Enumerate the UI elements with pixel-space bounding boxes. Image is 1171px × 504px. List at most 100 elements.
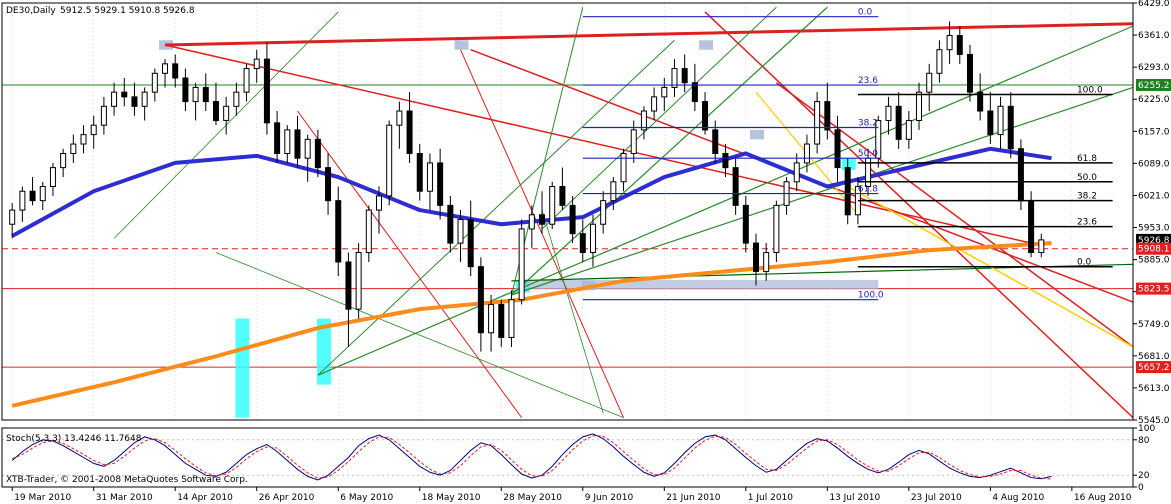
- candle-body: [29, 190, 36, 202]
- candle-body: [630, 129, 637, 154]
- y-tick-label: 5953.0: [1138, 224, 1170, 234]
- candle-body: [406, 110, 413, 154]
- candle-body: [192, 86, 199, 103]
- candle-body: [600, 200, 607, 225]
- y-tick-label: 5885.0: [1138, 256, 1170, 266]
- y-tick-label: 5545.0: [1138, 416, 1170, 426]
- candle-body: [661, 86, 668, 98]
- candle-body: [90, 124, 97, 136]
- candle-body: [376, 195, 382, 211]
- candle-body: [447, 204, 454, 244]
- candle-body: [681, 68, 688, 84]
- candle-body: [304, 138, 311, 159]
- candle-body: [162, 63, 169, 74]
- candle-body: [905, 119, 912, 140]
- fib-black-label: 0.0: [1077, 258, 1092, 268]
- candle-body: [1017, 148, 1024, 202]
- candle-body: [936, 49, 943, 74]
- ohlc-values: 5912.5 5929.1 5910.8 5926.8: [60, 6, 195, 16]
- stoch-y-tick-label: 20: [1138, 471, 1150, 481]
- candle-body: [885, 105, 892, 121]
- x-tick-label: 19 Mar 2010: [14, 493, 71, 503]
- x-tick-label: 31 Mar 2010: [96, 493, 153, 503]
- stoch-label: Stoch(5,3,3) 13.4246 11.7648: [6, 434, 142, 444]
- fib-black-label: 38.2: [1077, 192, 1097, 202]
- candle-body: [131, 96, 138, 107]
- candle-body: [111, 91, 118, 107]
- candle-body: [997, 105, 1004, 136]
- candle-body: [223, 105, 230, 121]
- highlight-zone: [235, 318, 250, 418]
- candle-body: [722, 152, 729, 169]
- candle-body: [793, 162, 800, 183]
- x-tick-label: 4 Aug 2010: [992, 493, 1044, 503]
- fib-black-label: 61.8: [1077, 154, 1097, 164]
- x-tick-label: 9 Jun 2010: [585, 493, 634, 503]
- highlight-zone: [699, 40, 714, 50]
- watermark: XTB-Trader, © 2001-2008 MetaQuotes Softw…: [6, 475, 248, 485]
- candle-body: [182, 77, 189, 103]
- candle-body: [437, 162, 444, 206]
- candle-body: [457, 219, 464, 244]
- candle-body: [824, 101, 831, 131]
- candle-body: [926, 72, 933, 93]
- candle-body: [773, 204, 780, 254]
- candle-body: [335, 200, 342, 263]
- x-tick-label: 21 Jun 2010: [666, 493, 720, 503]
- candle-body: [426, 162, 433, 192]
- x-tick-label: 14 Apr 2010: [177, 493, 233, 503]
- stoch-y-tick-label: 0: [1138, 483, 1144, 493]
- candle-body: [488, 303, 495, 334]
- candle: [386, 120, 393, 206]
- candle-body: [9, 209, 16, 225]
- price-badge-label: 6255.2: [1138, 81, 1170, 91]
- y-tick-label: 5613.0: [1138, 384, 1170, 394]
- highlight-zone: [454, 40, 469, 50]
- fib-blue-label: 61.8: [858, 185, 878, 195]
- symbol-label: DE30,Daily: [6, 6, 56, 16]
- x-tick-label: 1 Jul 2010: [748, 493, 793, 503]
- fib-blue-label: 100.0: [858, 291, 884, 301]
- y-tick-label: 6089.0: [1138, 159, 1170, 169]
- candle-body: [263, 58, 270, 124]
- price-badge-label: 5657.2: [1138, 363, 1170, 373]
- candle-body: [141, 91, 148, 107]
- y-tick-label: 6225.0: [1138, 95, 1170, 105]
- candle-body: [539, 214, 546, 225]
- fib-black-label: 100.0: [1077, 86, 1103, 96]
- candle-body: [916, 91, 923, 121]
- candle-body: [966, 53, 973, 93]
- candle-body: [895, 105, 902, 140]
- candle-body: [100, 105, 107, 126]
- candle-body: [121, 91, 128, 98]
- highlight-zone: [750, 129, 764, 140]
- candle-body: [151, 72, 158, 93]
- candle-body: [702, 101, 709, 131]
- candle-body: [763, 252, 770, 272]
- candle-body: [834, 129, 841, 169]
- y-tick-label: 6429.0: [1138, 0, 1170, 9]
- y-tick-label: 6293.0: [1138, 63, 1170, 73]
- candle-body: [589, 223, 596, 254]
- candle-body: [559, 185, 566, 206]
- x-tick-label: 6 May 2010: [340, 493, 393, 503]
- x-tick-label: 28 May 2010: [503, 493, 562, 503]
- candle-body: [396, 110, 403, 126]
- price-badge-label: 5823.5: [1138, 285, 1170, 295]
- candle-body: [19, 190, 26, 211]
- candle-body: [345, 261, 352, 310]
- candle-body: [579, 233, 586, 254]
- candle-body: [569, 204, 576, 235]
- candle-body: [844, 167, 851, 216]
- candle-body: [202, 86, 209, 103]
- stoch-y-tick-label: 80: [1138, 436, 1150, 446]
- candle-body: [416, 152, 423, 192]
- candle: [549, 181, 556, 229]
- candle: [355, 243, 362, 319]
- candle-body: [243, 68, 250, 93]
- fib-blue-label: 0.0: [858, 8, 873, 18]
- candle-body: [477, 266, 484, 334]
- x-tick-label: 23 Jul 2010: [911, 493, 962, 503]
- candle-body: [1038, 239, 1045, 254]
- candle: [1017, 139, 1024, 211]
